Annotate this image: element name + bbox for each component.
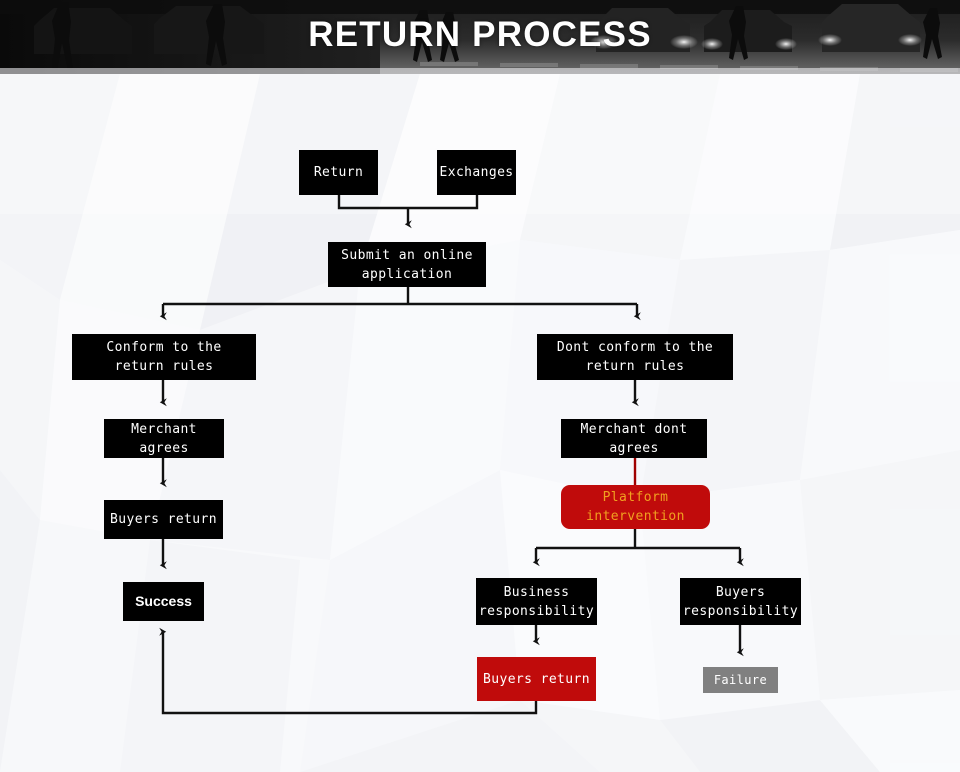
node-submit-online-application[interactable]: Submit an online application (328, 242, 486, 287)
node-buyers-return-red[interactable]: Buyers return (477, 657, 596, 701)
flowchart-page: RETURN PROCESS Return Exchanges Submit a… (0, 0, 960, 772)
node-platform-intervention[interactable]: Platform intervention (561, 485, 710, 529)
node-exchanges[interactable]: Exchanges (437, 150, 516, 195)
node-business-responsibility[interactable]: Business responsibility (476, 578, 597, 625)
node-success[interactable]: Success (123, 582, 204, 621)
node-failure[interactable]: Failure (703, 667, 778, 693)
node-return[interactable]: Return (299, 150, 378, 195)
node-dont-conform-to-return-rules[interactable]: Dont conform to the return rules (537, 334, 733, 380)
node-buyers-return-left[interactable]: Buyers return (104, 500, 223, 539)
node-buyers-responsibility[interactable]: Buyers responsibility (680, 578, 801, 625)
node-merchant-dont-agrees[interactable]: Merchant dont agrees (561, 419, 707, 458)
node-merchant-agrees[interactable]: Merchant agrees (104, 419, 224, 458)
node-conform-to-return-rules[interactable]: Conform to the return rules (72, 334, 256, 380)
